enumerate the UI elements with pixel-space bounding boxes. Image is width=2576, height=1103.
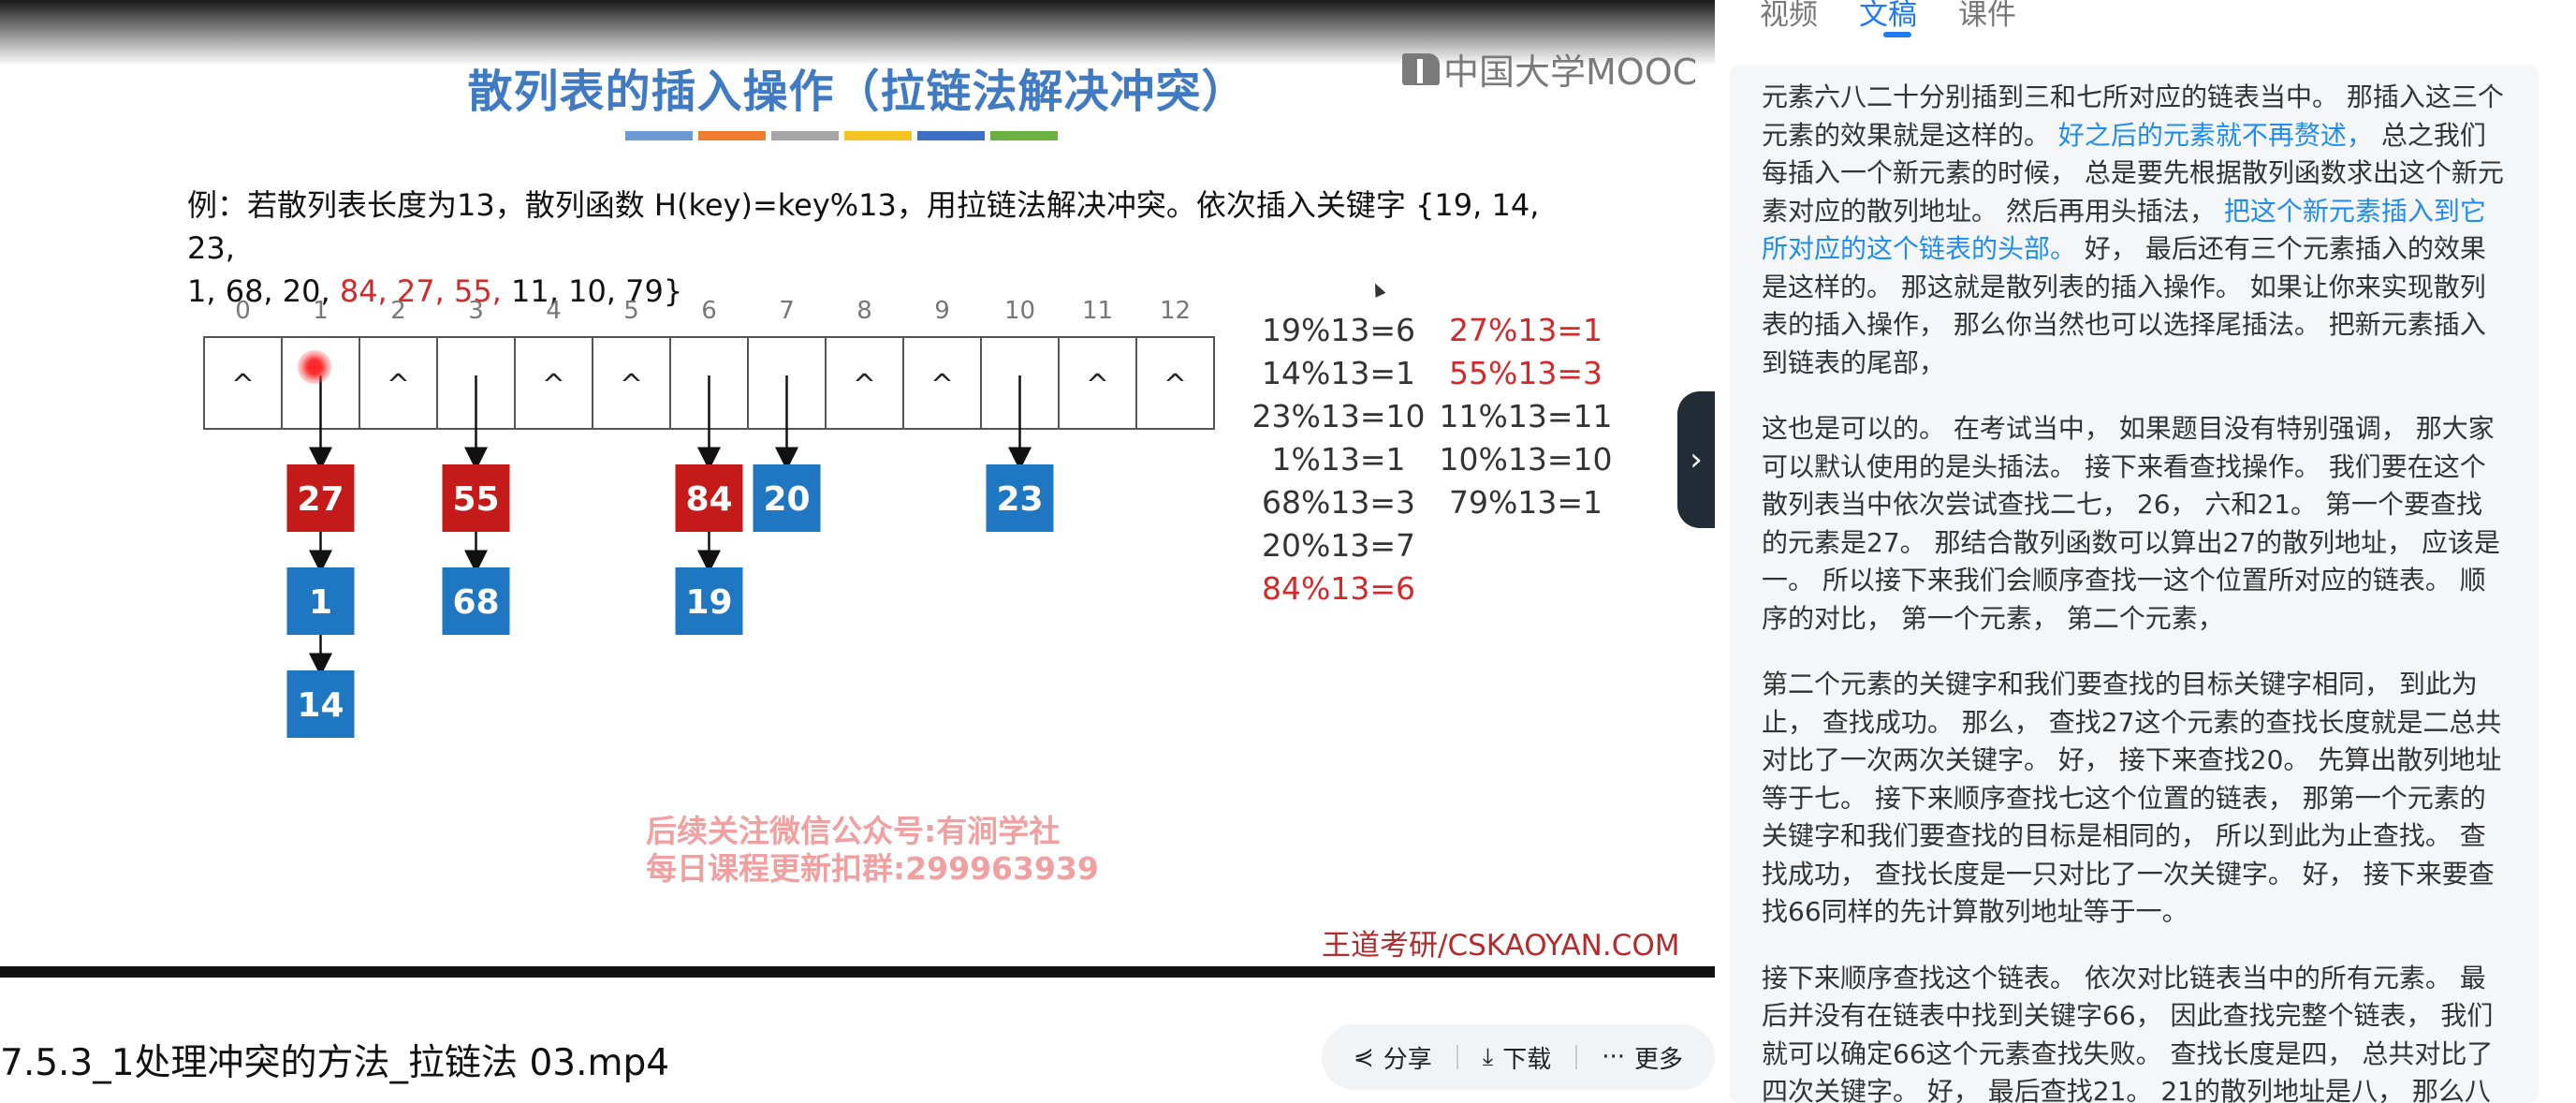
more-label: 更多 [1634,1045,1684,1074]
transcript-content[interactable]: 元素六八二十分别插到三和七所对应的链表当中。 那插入这三个元素的效果就是这样的。… [1730,66,2539,1103]
bucket-index-label: 1 [313,297,329,325]
transcript-paragraph: 这也是可以的。 在考试当中， 如果题目没有特别强调， 那大家可以默认使用的是头插… [1762,410,2505,638]
video-title: 7.5.3_1处理冲突的方法_拉链法 03.mp4 [0,1042,670,1084]
title-color-bar [917,131,985,140]
hash-calc-line: 14%13=1 [1262,355,1415,391]
hash-calc-line: 23%13=10 [1251,398,1426,434]
bucket-index-label: 11 [1082,297,1113,325]
chain-node-key: 68 [452,583,499,622]
bucket-index-label: 9 [934,297,950,325]
chevron-right-icon: › [1690,441,1703,478]
transcript-highlight: 好之后的元素就不再赘述， [2057,119,2373,151]
title-color-bars [625,131,1058,140]
hash-calc-line: 1%13=1 [1271,441,1406,478]
hash-calc-line: 79%13=1 [1449,484,1603,521]
laser-pointer [298,350,331,384]
bucket-index-label: 5 [623,297,639,325]
hash-calc-line: 19%13=6 [1262,312,1415,348]
hash-calc-line: 84%13=6 [1262,570,1415,607]
transcript-paragraph: 第二个元素的关键字和我们要查找的目标关键字相同， 到此为止， 查找成功。 那么，… [1762,666,2505,932]
title-color-bar [625,131,693,140]
download-label: 下载 [1502,1045,1552,1074]
chain-node-key: 23 [996,480,1043,519]
bucket-index-label: 2 [390,297,406,325]
watermark-line-1: 后续关注微信公众号:有涧学社 [646,813,1061,849]
empty-bucket-marker: ^ [387,369,410,402]
hash-calc-line: 27%13=1 [1449,312,1603,348]
download-icon: ⤓ [1482,1042,1494,1071]
mooc-logo: 中国大学MOOC [1402,43,1697,95]
empty-bucket-marker: ^ [231,369,255,402]
empty-bucket-marker: ^ [620,369,643,402]
title-color-bar [844,131,912,140]
share-label: 分享 [1383,1045,1432,1074]
wechat-watermark: 后续关注微信公众号:有涧学社 每日课程更新扣群:299963939 [646,813,1099,888]
hash-calc-line: 55%13=3 [1449,355,1603,391]
bucket-index-label: 10 [1004,297,1035,325]
bucket-index-label: 7 [779,297,795,325]
hash-calc-line: 11%13=11 [1439,398,1613,434]
hash-table-diagram: 0^1 2^3 4^5^6 7 8^9^10 11^12^271145568841920 2… [203,297,1215,738]
hash-calc-line: 68%13=3 [1262,484,1415,521]
empty-bucket-marker: ^ [930,369,954,402]
empty-bucket-marker: ^ [1086,369,1109,402]
transcript-paragraph: 接下来顺序查找这个链表。 依次对比链表当中的所有元素。 最后并没有在链表中找到关… [1762,960,2505,1103]
chain-node-key: 14 [297,686,344,725]
video-action-bar: ⋞ 分享 ⤓ 下载 ··· 更多 [1322,1024,1715,1090]
transcript-text: 这也是可以的。 在考试当中， 如果题目没有特别强调， 那大家可以默认使用的是头插… [1762,413,2501,634]
more-icon: ··· [1602,1043,1626,1071]
title-color-bar [698,131,766,140]
bucket-index-label: 8 [856,297,872,325]
problem-line-1: 例：若散列表长度为13，散列函数 H(key)=key%13，用拉链法解决冲突。… [187,187,1540,266]
chain-node-key: 20 [763,480,810,519]
hash-calc-column-right: 27%13=1 55%13=3 11%13=11 10%13=10 79%13=1 [1432,309,1619,524]
hash-calc-line: 10%13=10 [1439,441,1613,478]
chain-node-key: 19 [685,583,732,622]
video-player[interactable]: 散列表的插入操作（拉链法解决冲突） 中国大学MOOC 例：若散列表长度为13，散… [0,0,1715,978]
hash-calc-line: 20%13=7 [1262,527,1415,564]
title-color-bar [771,131,839,140]
share-button[interactable]: ⋞ 分享 [1329,1040,1456,1075]
watermark-line-2: 每日课程更新扣群:299963939 [646,850,1099,887]
tab-transcript[interactable]: 文稿 [1859,0,1917,37]
empty-bucket-marker: ^ [853,369,876,402]
bucket-index-label: 0 [235,297,251,325]
more-button[interactable]: ··· 更多 [1577,1040,1707,1075]
bucket-index-label: 4 [546,297,562,325]
bucket-index-label: 12 [1160,297,1191,325]
collapse-panel-button[interactable]: › [1677,391,1715,528]
hash-calc-column-left: 19%13=6 14%13=1 23%13=10 1%13=1 68%13=3 20%13… [1245,309,1432,610]
empty-bucket-marker: ^ [542,369,565,402]
chain-node-key: 84 [685,480,732,519]
transcript-paragraph: 元素六八二十分别插到三和七所对应的链表当中。 那插入这三个元素的效果就是这样的。… [1762,79,2505,382]
mooc-logo-text: 中国大学MOOC [1443,51,1698,93]
bucket-index-label: 3 [468,297,484,325]
share-icon: ⋞ [1353,1043,1374,1071]
tab-courseware[interactable]: 课件 [1958,0,2016,33]
chain-node-key: 27 [297,480,344,519]
site-credit: 王道考研/CSKAOYAN.COM [1322,929,1680,963]
download-button[interactable]: ⤓ 下载 [1458,1040,1576,1075]
chain-node-key: 1 [309,583,332,622]
video-progress-bar[interactable] [0,966,1715,978]
panel-tabs: 视频 文稿 课件 [1760,0,2016,37]
empty-bucket-marker: ^ [1164,369,1187,402]
tab-video[interactable]: 视频 [1760,0,1818,33]
lecture-slide: 散列表的插入操作（拉链法解决冲突） 中国大学MOOC 例：若散列表长度为13，散… [0,0,1715,974]
transcript-text: 第二个元素的关键字和我们要查找的目标关键字相同， 到此为止， 查找成功。 那么，… [1762,669,2502,927]
chain-node-key: 55 [452,480,499,519]
transcript-text: 接下来顺序查找这个链表。 依次对比链表当中的所有元素。 最后并没有在链表中找到关… [1762,962,2494,1103]
bucket-index-label: 6 [701,297,717,325]
title-color-bar [990,131,1058,140]
mooc-book-icon [1402,52,1440,85]
